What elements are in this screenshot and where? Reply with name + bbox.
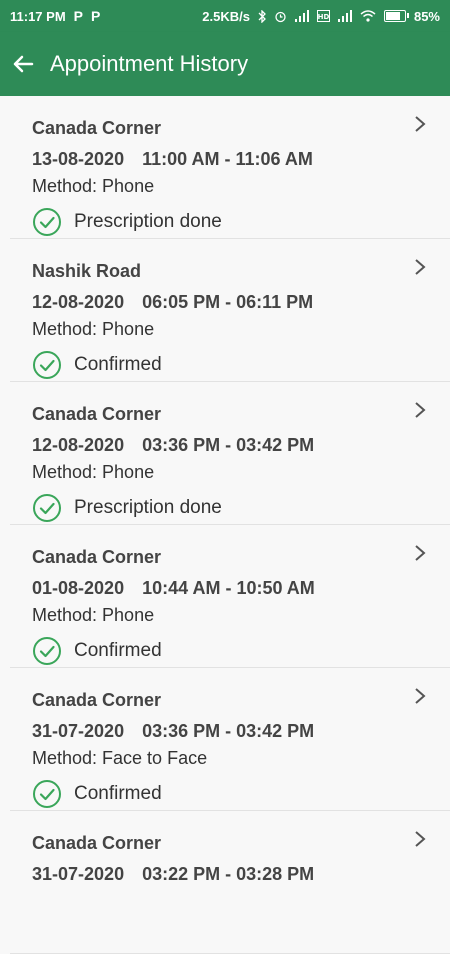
- appointment-datetime: 13-08-2020 11:00 AM - 11:06 AM: [32, 149, 450, 170]
- appointment-method: Method: Phone: [32, 319, 155, 339]
- signal-icon: [294, 10, 309, 22]
- volte-icon: HD: [316, 10, 330, 22]
- appointment-status: Confirmed: [32, 636, 450, 666]
- appointment-card[interactable]: Canada Corner 01-08-2020 10:44 AM - 10:50…: [10, 525, 450, 668]
- appointment-list: Canada Corner 13-08-2020 11:00 AM - 11:06…: [0, 96, 450, 954]
- appointment-datetime: 31-07-2020 03:36 PM - 03:42 PM: [32, 721, 450, 742]
- back-button[interactable]: [10, 51, 36, 77]
- appointment-card[interactable]: Canada Corner 31-07-2020 03:22 PM - 03:28…: [10, 811, 450, 954]
- appointment-date: 31-07-2020: [32, 721, 125, 741]
- signal-icon: [337, 10, 352, 22]
- appointment-datetime: 01-08-2020 10:44 AM - 10:50 AM: [32, 578, 450, 599]
- appointment-card[interactable]: Canada Corner 13-08-2020 11:00 AM - 11:06…: [10, 96, 450, 239]
- chevron-right-icon: [415, 402, 426, 418]
- appointment-location: Canada Corner: [32, 118, 162, 138]
- status-label: Prescription done: [74, 497, 222, 518]
- appointment-status: Prescription done: [32, 207, 450, 237]
- check-circle-icon: [33, 208, 61, 236]
- status-time: 11:17 PM: [10, 8, 66, 24]
- bluetooth-icon: [258, 9, 266, 23]
- appointment-datetime: 12-08-2020 06:05 PM - 06:11 PM: [32, 292, 450, 313]
- appointment-location: Canada Corner: [32, 404, 162, 424]
- appointment-time: 11:00 AM - 11:06 AM: [142, 149, 313, 169]
- appointment-date: 12-08-2020: [32, 435, 125, 455]
- appointment-location: Nashik Road: [32, 261, 142, 281]
- appointment-time: 03:36 PM - 03:42 PM: [142, 435, 315, 455]
- appointment-location: Canada Corner: [32, 690, 162, 710]
- chevron-right-icon: [415, 545, 426, 561]
- appointment-date: 01-08-2020: [32, 578, 125, 598]
- chevron-right-icon: [415, 688, 426, 704]
- svg-text:HD: HD: [318, 13, 330, 21]
- appointment-time: 10:44 AM - 10:50 AM: [142, 578, 315, 598]
- appointment-date: 31-07-2020: [32, 864, 125, 884]
- appointment-date: 12-08-2020: [32, 292, 125, 312]
- appointment-location: Canada Corner: [32, 833, 162, 853]
- alarm-icon: [275, 11, 286, 22]
- chevron-right-icon: [415, 831, 426, 847]
- chevron-right-icon: [415, 116, 426, 132]
- status-bar-right: 2.5KB/s HD 85%: [202, 9, 440, 24]
- appointment-time: 03:36 PM - 03:42 PM: [142, 721, 315, 741]
- app-notification-icon: P: [91, 8, 101, 24]
- appointment-time: 06:05 PM - 06:11 PM: [142, 292, 314, 312]
- appointment-method: Method: Phone: [32, 462, 155, 482]
- appointment-location: Canada Corner: [32, 547, 162, 567]
- wifi-icon: [360, 10, 376, 22]
- check-circle-icon: [33, 351, 61, 379]
- arrow-left-icon: [13, 55, 34, 73]
- check-circle-icon: [33, 494, 61, 522]
- battery-icon: [383, 10, 409, 22]
- battery-percent: 85%: [413, 8, 440, 24]
- appointment-status: Confirmed: [32, 779, 450, 809]
- appointment-card[interactable]: Canada Corner 12-08-2020 03:36 PM - 03:42…: [10, 382, 450, 525]
- appointment-time: 03:22 PM - 03:28 PM: [142, 864, 315, 884]
- appointment-method: Method: Phone: [32, 605, 155, 625]
- appointment-method: Method: Phone: [32, 176, 155, 196]
- appointment-datetime: 31-07-2020 03:22 PM - 03:28 PM: [32, 864, 450, 885]
- page-title: Appointment History: [50, 51, 249, 76]
- appointment-card[interactable]: Canada Corner 31-07-2020 03:36 PM - 03:42…: [10, 668, 450, 811]
- network-speed: 2.5KB/s: [202, 8, 250, 24]
- status-bar: 11:17 PM P P 2.5KB/s HD 85%: [0, 0, 450, 32]
- status-bar-left: 11:17 PM P P: [10, 8, 100, 24]
- check-circle-icon: [33, 637, 61, 665]
- appointment-method: Method: Face to Face: [32, 748, 208, 768]
- status-label: Confirmed: [74, 354, 162, 375]
- status-label: Confirmed: [74, 783, 162, 804]
- status-label: Confirmed: [74, 640, 162, 661]
- appointment-card[interactable]: Nashik Road 12-08-2020 06:05 PM - 06:11 P…: [10, 239, 450, 382]
- app-notification-icon: P: [73, 8, 83, 24]
- app-bar: Appointment History: [0, 32, 450, 96]
- status-label: Prescription done: [74, 211, 222, 232]
- appointment-date: 13-08-2020: [32, 149, 125, 169]
- appointment-status: Prescription done: [32, 493, 450, 523]
- check-circle-icon: [33, 780, 61, 808]
- chevron-right-icon: [415, 259, 426, 275]
- appointment-status: Confirmed: [32, 350, 450, 380]
- appointment-datetime: 12-08-2020 03:36 PM - 03:42 PM: [32, 435, 450, 456]
